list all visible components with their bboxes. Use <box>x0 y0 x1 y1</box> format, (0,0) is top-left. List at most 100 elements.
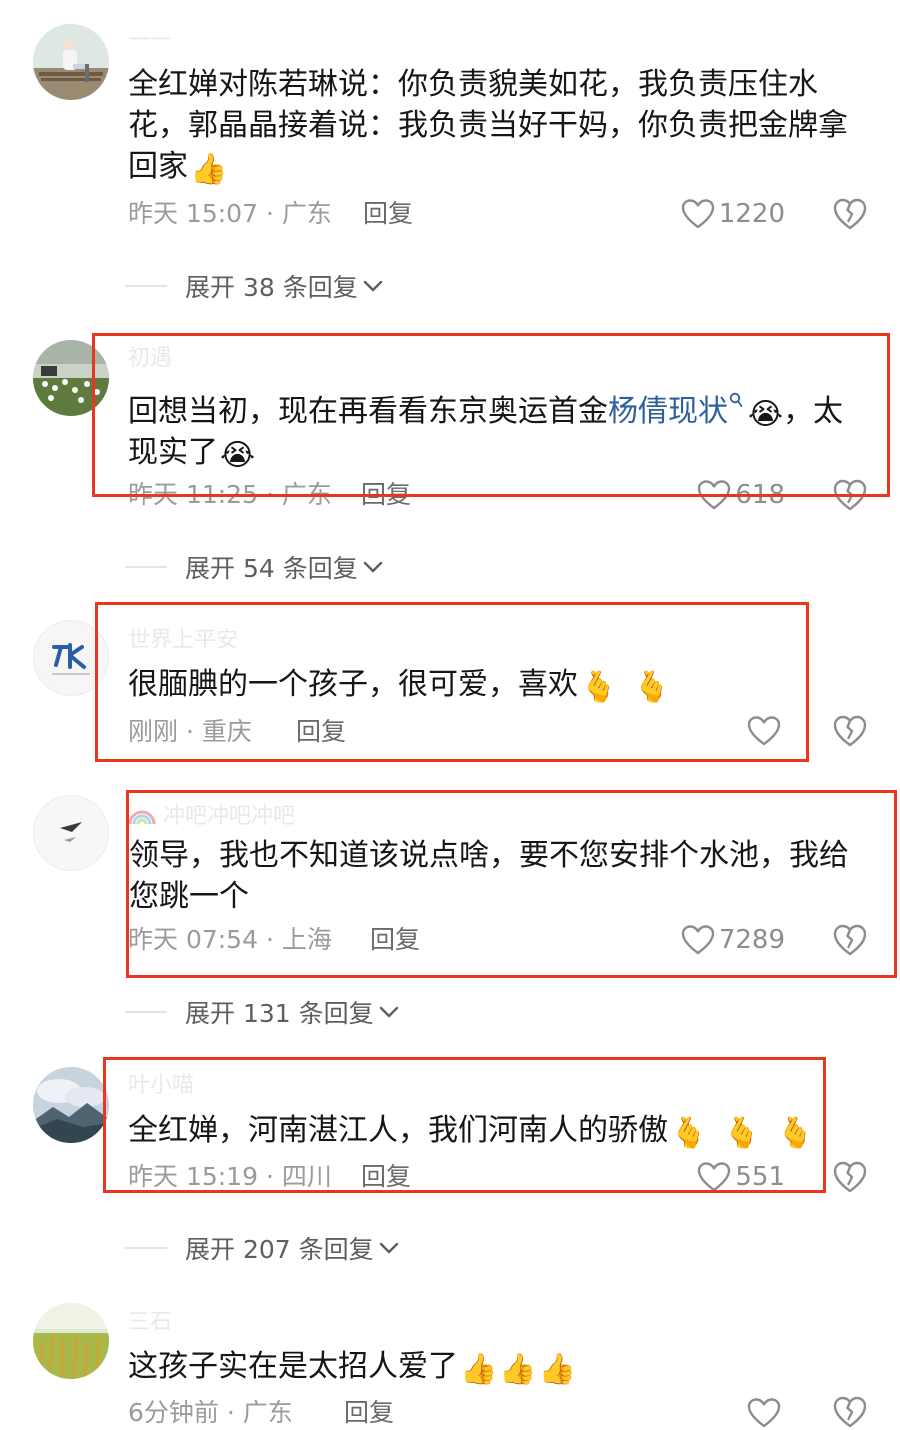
finger-heart-emoji: 🫰 <box>723 1116 761 1151</box>
divider-line <box>125 1247 167 1249</box>
comment-meta: 昨天 07:54 · 上海 <box>128 925 332 955</box>
comment-username[interactable]: 叶小喵 <box>128 1073 194 1099</box>
like-button[interactable]: 7289 <box>640 923 785 957</box>
comment-location: 重庆 <box>201 717 252 746</box>
dislike-broken-heart-icon[interactable] <box>832 477 868 513</box>
avatar[interactable] <box>33 795 109 871</box>
thumbs-up-emoji: 👍 <box>538 1352 577 1387</box>
comment-meta: 6分钟前 · 广东 <box>128 1398 293 1428</box>
comment-time: 6分钟前 <box>128 1398 219 1427</box>
reply-button[interactable]: 回复 <box>296 717 346 747</box>
avatar[interactable] <box>33 24 109 100</box>
expand-replies-button[interactable]: 展开 38 条回复 <box>125 271 384 302</box>
comment-time: 昨天 15:19 <box>128 1162 258 1191</box>
like-button[interactable] <box>700 1396 785 1430</box>
dot-separator: · <box>226 1398 235 1427</box>
like-button[interactable] <box>700 714 785 748</box>
avatar[interactable] <box>33 620 109 696</box>
comment-username[interactable]: 一一 <box>128 28 172 54</box>
reply-button[interactable]: 回复 <box>363 199 413 229</box>
divider-line <box>125 566 167 568</box>
comment-meta: 昨天 15:19 · 四川 <box>128 1162 332 1192</box>
comment-username[interactable]: 三石 <box>128 1310 172 1336</box>
comment-time: 刚刚 <box>128 717 179 746</box>
comment-time: 昨天 07:54 <box>128 925 258 954</box>
heart-icon <box>747 1398 781 1428</box>
finger-heart-emoji: 🫰 <box>633 670 671 705</box>
like-button[interactable]: 1220 <box>640 197 785 231</box>
dislike-broken-heart-icon[interactable] <box>832 1394 868 1430</box>
chevron-down-icon <box>363 280 382 292</box>
heart-icon <box>698 1162 731 1192</box>
expand-replies-label: 展开 38 条回复 <box>185 273 358 302</box>
comment-list: 一一 全红婵对陈若琳说：你负责貌美如花，我负责压住水花，郭晶晶接着说：我负责当好… <box>0 0 900 1430</box>
comment-location: 上海 <box>281 925 332 954</box>
expand-replies-button[interactable]: 展开 54 条回复 <box>125 552 384 583</box>
comment-text: 全红婵对陈若琳说：你负责貌美如花，我负责压住水花，郭晶晶接着说：我负责当好干妈，… <box>128 64 868 187</box>
reply-button[interactable]: 回复 <box>344 1398 394 1428</box>
chevron-down-icon <box>363 561 382 573</box>
comment-text-body: 这孩子实在是太招人爱了 <box>128 1349 458 1384</box>
dot-separator: · <box>265 199 274 228</box>
reply-button[interactable]: 回复 <box>361 1162 411 1192</box>
like-count: 551 <box>735 1162 785 1192</box>
thumbs-up-emoji: 👍 <box>499 1352 537 1387</box>
comment-location: 广东 <box>281 199 332 228</box>
thumbs-up-emoji: 👍 <box>460 1352 498 1387</box>
comment-username[interactable]: 初遇 <box>128 346 172 372</box>
comment-text: 这孩子实在是太招人爱了👍👍👍 <box>128 1346 868 1387</box>
divider-line <box>125 285 167 287</box>
dot-separator: · <box>185 717 194 746</box>
crying-emoji: 😭 <box>220 438 256 473</box>
comment-username[interactable]: 冲吧冲吧冲吧 <box>128 804 295 830</box>
search-link-yangqian[interactable]: 杨倩现状 <box>608 394 728 429</box>
expand-replies-button[interactable]: 展开 131 条回复 <box>125 997 400 1028</box>
search-icon[interactable] <box>729 383 743 424</box>
expand-replies-label: 展开 131 条回复 <box>185 999 374 1028</box>
reply-button[interactable]: 回复 <box>361 480 411 510</box>
finger-heart-emoji: 🫰 <box>580 670 618 705</box>
comment-time: 昨天 15:07 <box>128 199 258 228</box>
dislike-broken-heart-icon[interactable] <box>832 713 868 749</box>
comment-text: 领导，我也不知道该说点啥，要不您安排个水池，我给您跳一个 <box>129 835 869 917</box>
divider-line <box>125 1011 167 1013</box>
like-count: 618 <box>735 480 785 510</box>
comment-text-body: 领导，我也不知道该说点啥，要不您安排个水池，我给您跳一个 <box>129 838 849 914</box>
chevron-down-icon <box>379 1006 398 1018</box>
expand-replies-button[interactable]: 展开 207 条回复 <box>125 1233 400 1264</box>
expand-replies-label: 展开 207 条回复 <box>185 1235 374 1264</box>
comment-text-body: 全红婵对陈若琳说：你负责貌美如花，我负责压住水花，郭晶晶接着说：我负责当好干妈，… <box>128 67 848 184</box>
reply-button[interactable]: 回复 <box>370 925 420 955</box>
comment-text-body: 全红婵，河南湛江人，我们河南人的骄傲 <box>128 1113 668 1148</box>
comment-text: 回想当初，现在再看看东京奥运首金杨倩现状 😭，太现实了😭 <box>128 383 868 473</box>
heart-icon <box>681 925 715 955</box>
expand-replies-label: 展开 54 条回复 <box>185 554 358 583</box>
dislike-broken-heart-icon[interactable] <box>832 1159 868 1195</box>
dot-separator: · <box>265 925 274 954</box>
comment-time: 昨天 11:25 <box>128 480 258 509</box>
comment-username[interactable]: 世界上平安 <box>128 628 238 654</box>
avatar[interactable] <box>33 1067 109 1143</box>
comment-location: 广东 <box>281 480 332 509</box>
comment-location: 广东 <box>242 1398 293 1427</box>
dislike-broken-heart-icon[interactable] <box>832 196 868 232</box>
comment-meta: 昨天 11:25 · 广东 <box>128 480 332 510</box>
comment-meta: 刚刚 · 重庆 <box>128 717 252 747</box>
finger-heart-emoji: 🫰 <box>776 1116 815 1151</box>
dot-separator: · <box>265 1162 274 1191</box>
username-text: 冲吧冲吧冲吧 <box>163 804 296 829</box>
chevron-down-icon <box>379 1242 398 1254</box>
heart-icon <box>747 716 781 746</box>
crying-emoji: 😭 <box>748 397 784 432</box>
comment-meta: 昨天 15:07 · 广东 <box>128 199 332 229</box>
heart-icon <box>698 480 731 510</box>
dislike-broken-heart-icon[interactable] <box>832 922 868 958</box>
heart-icon <box>681 199 715 229</box>
rainbow-badge-icon <box>128 810 156 825</box>
avatar[interactable] <box>33 340 109 416</box>
finger-heart-emoji: 🫰 <box>670 1116 708 1151</box>
avatar[interactable] <box>33 1303 109 1379</box>
thumbs-up-emoji: 👍 <box>190 152 228 187</box>
like-button[interactable]: 551 <box>660 1160 785 1194</box>
like-button[interactable]: 618 <box>640 478 785 512</box>
